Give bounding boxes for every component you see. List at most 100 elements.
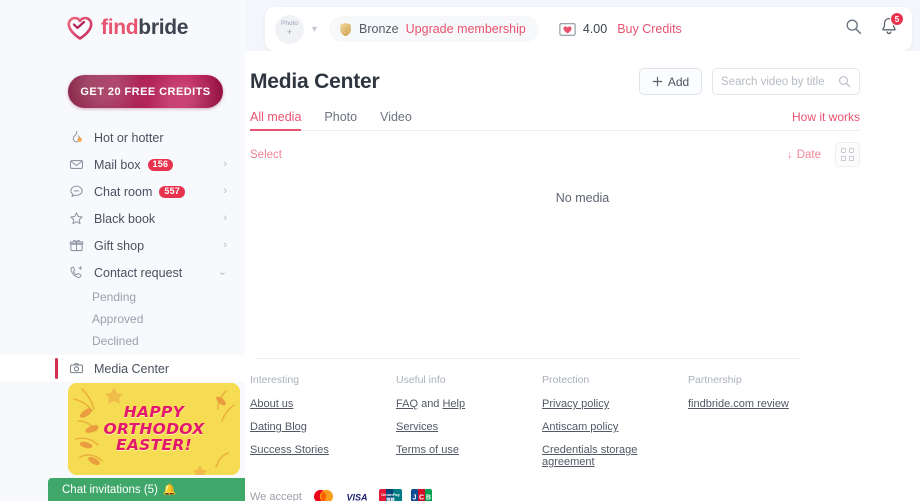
plus-icon [652, 76, 663, 87]
footer-link-faq-and-help: FAQ and Help [396, 398, 542, 410]
mastercard-icon [313, 489, 333, 501]
footer-link-privacy-policy[interactable]: Privacy policy [542, 398, 609, 410]
media-tabs: All media Photo Video How it works [250, 110, 860, 131]
chevron-right-icon: › [223, 239, 227, 251]
visa-icon: VISA [343, 489, 370, 501]
mail-box-badge: 156 [147, 158, 174, 171]
sidebar-subitem-pending[interactable]: Pending [0, 286, 245, 308]
buy-credits-link[interactable]: Buy Credits [617, 22, 682, 36]
tab-photo[interactable]: Photo [324, 110, 357, 130]
credits-group: 4.00 Buy Credits [559, 22, 682, 36]
heart-logo-icon [67, 16, 93, 40]
main-area: Photo + ▾ Bronze Upgrade membership 4.00… [245, 0, 920, 501]
footer-heading: Interesting [250, 374, 300, 386]
chevron-down-icon[interactable]: ▾ [312, 24, 317, 35]
sidebar-item-media-center[interactable]: Media Center [0, 355, 245, 382]
sidebar-subitem-label: Approved [92, 312, 144, 326]
footer-link-terms-of-use[interactable]: Terms of use [396, 444, 459, 456]
notifications-button[interactable]: 5 [880, 12, 904, 41]
footer-link-services[interactable]: Services [396, 421, 438, 433]
footer-link-success-stories[interactable]: Success Stories [250, 444, 329, 456]
select-link[interactable]: Select [250, 149, 282, 161]
banner-line-3: EASTER! [115, 436, 192, 455]
top-bar-actions: 5 [845, 12, 904, 41]
credit-card-heart-icon [559, 22, 576, 36]
logo[interactable]: findbride [0, 0, 245, 56]
grid-view-toggle[interactable] [835, 142, 860, 167]
sidebar-subitem-approved[interactable]: Approved [0, 308, 245, 330]
footer-link-help[interactable]: Help [442, 398, 465, 410]
sort-by-date-button[interactable]: ↓ Date [787, 149, 821, 161]
notification-count-badge: 5 [890, 12, 904, 26]
how-it-works-link[interactable]: How it works [792, 110, 860, 130]
tab-all-media[interactable]: All media [250, 110, 302, 131]
content-panel: Media Center Add Search video by title A… [245, 51, 920, 501]
footer-heading: Useful info [396, 374, 446, 386]
search-icon[interactable] [845, 18, 862, 40]
sidebar-item-gift-shop[interactable]: Gift shop › [0, 232, 245, 259]
easter-promo-banner[interactable]: HAPPY ORTHODOX EASTER! [68, 383, 240, 475]
sidebar-item-label: Media Center [94, 361, 170, 376]
footer: Interesting About us Dating Blog Success… [250, 374, 900, 501]
sidebar-item-mail-box[interactable]: Mail box 156 › [0, 151, 245, 178]
sidebar-item-black-book[interactable]: Black book › [0, 205, 245, 232]
gift-icon [68, 237, 85, 254]
tab-video[interactable]: Video [380, 110, 412, 130]
chevron-right-icon: › [223, 158, 227, 170]
logo-bride-text: bride [138, 16, 189, 39]
chat-invitations-bar[interactable]: Chat invitations (5) 🔔 ^ [48, 478, 265, 501]
phone-plus-icon [68, 264, 85, 281]
page-title: Media Center [250, 69, 380, 93]
footer-link-antiscam-policy[interactable]: Antiscam policy [542, 421, 618, 433]
search-input[interactable] [721, 75, 838, 88]
footer-column-protection: Protection Privacy policy Antiscam polic… [542, 374, 688, 479]
add-media-label: Add [667, 74, 690, 89]
sidebar-item-label: Hot or hotter [94, 130, 164, 145]
add-media-button[interactable]: Add [639, 68, 702, 95]
footer-link-credentials-storage-agreement[interactable]: Credentials storage agreement [542, 444, 688, 468]
sidebar-item-label: Gift shop [94, 238, 145, 253]
top-bar: Photo + ▾ Bronze Upgrade membership 4.00… [265, 7, 912, 51]
sidebar: findbride GET 20 FREE CREDITS Hot or hot… [0, 0, 265, 501]
page-header: Media Center Add [250, 51, 860, 95]
footer-divider [255, 358, 800, 359]
media-search-box[interactable] [712, 68, 860, 95]
banner-text: HAPPY ORTHODOX EASTER! [68, 383, 240, 475]
footer-link-dating-blog[interactable]: Dating Blog [250, 421, 307, 433]
camera-icon [68, 360, 85, 377]
footer-column-partnership: Partnership findbride.com review [688, 374, 789, 479]
sidebar-item-label: Chat room [94, 184, 153, 199]
jcb-icon: J C B [410, 489, 432, 501]
get-free-credits-button[interactable]: GET 20 FREE CREDITS [68, 75, 223, 108]
sidebar-item-contact-request[interactable]: Contact request ⌄ [0, 259, 245, 286]
media-toolbar-right: ↓ Date [787, 142, 860, 167]
logo-find-text: find [101, 16, 139, 39]
sidebar-subitem-declined[interactable]: Declined [0, 330, 245, 352]
upgrade-membership-link[interactable]: Upgrade membership [406, 22, 526, 36]
app-root: findbride GET 20 FREE CREDITS Hot or hot… [0, 0, 920, 501]
footer-link-about-us[interactable]: About us [250, 398, 293, 410]
svg-text:B: B [426, 494, 431, 501]
chevron-down-icon: ⌄ [217, 266, 227, 278]
sidebar-item-label: Contact request [94, 265, 183, 280]
footer-column-interesting: Interesting About us Dating Blog Success… [250, 374, 396, 479]
add-photo-avatar-button[interactable]: Photo + [275, 14, 304, 44]
footer-heading: Partnership [688, 374, 742, 386]
footer-link-faq[interactable]: FAQ [396, 398, 418, 410]
page-header-actions: Add [639, 68, 860, 95]
search-icon [839, 76, 851, 88]
sidebar-item-label: Mail box [94, 157, 141, 172]
payment-methods: We accept VISA UnionPay 银联 J C B [250, 489, 900, 501]
get-free-credits-label: GET 20 FREE CREDITS [80, 85, 211, 98]
sidebar-nav: Hot or hotter Mail box 156 › Chat room 5… [0, 124, 245, 382]
sidebar-item-chat-room[interactable]: Chat room 557 › [0, 178, 245, 205]
svg-text:银联: 银联 [386, 496, 395, 501]
chevron-right-icon: › [223, 212, 227, 224]
footer-columns: Interesting About us Dating Blog Success… [250, 374, 900, 479]
banner-line-2: ORTHODOX [103, 419, 205, 438]
footer-heading: Protection [542, 374, 590, 386]
flame-icon [68, 129, 85, 146]
sidebar-item-hot-or-hotter[interactable]: Hot or hotter [0, 124, 245, 151]
footer-link-findbride-review[interactable]: findbride.com review [688, 398, 789, 410]
chat-bubble-icon [68, 183, 85, 200]
